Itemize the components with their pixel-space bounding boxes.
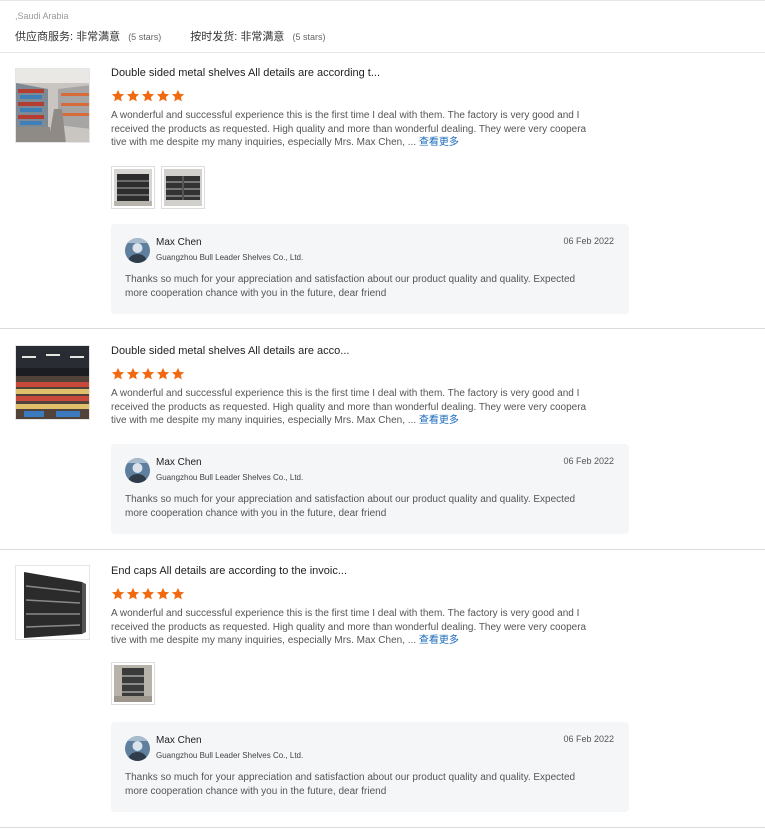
reply-text: Thanks so much for your appreciation and…	[125, 493, 615, 521]
review-item: End caps All details are according to th…	[0, 550, 765, 828]
avatar	[125, 736, 150, 761]
star-icon	[111, 587, 125, 600]
review-attachments	[111, 166, 205, 209]
reply-author: Max Chen	[156, 735, 202, 746]
seller-reply: Max Chen Guangzhou Bull Leader Shelves C…	[111, 224, 629, 314]
reply-text-line: more cooperation chance with you in the …	[125, 508, 387, 519]
attachment-thumbnail[interactable]	[161, 166, 205, 209]
review-text-line: tive with me despite my many inquiries, …	[111, 415, 417, 427]
service-stars-text: (5 stars)	[128, 32, 162, 42]
star-icon	[126, 89, 140, 102]
reply-company: Guangzhou Bull Leader Shelves Co., Ltd.	[156, 253, 304, 262]
shipping-label: 按时发货:	[190, 31, 238, 43]
rating-stars	[111, 587, 185, 601]
rating-summary-header: ,Saudi Arabia 供应商服务: 非常满意 (5 stars) 按时发货…	[0, 0, 765, 53]
review-text: A wonderful and successful experience th…	[111, 607, 611, 648]
see-more-link[interactable]: 查看更多	[419, 415, 459, 426]
attachment-thumbnail[interactable]	[111, 166, 155, 209]
review-text-line: A wonderful and successful experience th…	[111, 110, 580, 121]
review-item: Double sided metal shelves All details a…	[0, 330, 765, 550]
review-title[interactable]: End caps All details are according to th…	[111, 565, 347, 577]
reply-text: Thanks so much for your appreciation and…	[125, 771, 615, 799]
seller-reply: Max Chen Guangzhou Bull Leader Shelves C…	[111, 444, 629, 534]
product-thumbnail[interactable]	[15, 68, 90, 143]
star-icon	[171, 587, 185, 600]
rating-stars	[111, 367, 185, 381]
review-text-line: A wonderful and successful experience th…	[111, 608, 580, 619]
shipping-stars-text: (5 stars)	[292, 32, 326, 42]
star-icon	[126, 587, 140, 600]
service-label: 供应商服务:	[15, 31, 74, 43]
review-title[interactable]: Double sided metal shelves All details a…	[111, 67, 380, 79]
star-icon	[111, 367, 125, 380]
star-icon	[111, 89, 125, 102]
review-text-line: received the products as requested. High…	[111, 621, 587, 633]
star-icon	[171, 367, 185, 380]
product-thumbnail[interactable]	[15, 345, 90, 420]
avatar	[125, 238, 150, 263]
reply-text-line: Thanks so much for your appreciation and…	[125, 274, 576, 285]
see-more-link[interactable]: 查看更多	[419, 137, 459, 148]
review-text: A wonderful and successful experience th…	[111, 109, 611, 150]
star-icon	[156, 367, 170, 380]
buyer-country: ,Saudi Arabia	[15, 11, 69, 21]
star-icon	[126, 367, 140, 380]
reply-author: Max Chen	[156, 457, 202, 468]
review-text-line: received the products as requested. High…	[111, 123, 587, 135]
reply-text-line: Thanks so much for your appreciation and…	[125, 772, 576, 783]
seller-reply: Max Chen Guangzhou Bull Leader Shelves C…	[111, 722, 629, 812]
reply-text-line: more cooperation chance with you in the …	[125, 288, 387, 299]
attachment-thumbnail[interactable]	[111, 662, 155, 705]
star-icon	[141, 587, 155, 600]
reply-company: Guangzhou Bull Leader Shelves Co., Ltd.	[156, 751, 304, 760]
review-item: Double sided metal shelves All details a…	[0, 53, 765, 329]
reply-company: Guangzhou Bull Leader Shelves Co., Ltd.	[156, 473, 304, 482]
service-value: 非常满意	[76, 31, 121, 43]
review-title[interactable]: Double sided metal shelves All details a…	[111, 345, 349, 357]
review-attachments	[111, 662, 155, 705]
shipping-value: 非常满意	[240, 31, 285, 43]
see-more-link[interactable]: 查看更多	[419, 635, 459, 646]
review-text-line: tive with me despite my many inquiries, …	[111, 137, 417, 149]
star-icon	[141, 367, 155, 380]
star-icon	[156, 587, 170, 600]
shipping-rating: 按时发货: 非常满意 (5 stars)	[190, 28, 325, 44]
reply-text: Thanks so much for your appreciation and…	[125, 273, 615, 301]
product-thumbnail[interactable]	[15, 565, 90, 640]
reply-text-line: more cooperation chance with you in the …	[125, 786, 387, 797]
rating-stars	[111, 89, 185, 103]
star-icon	[156, 89, 170, 102]
reply-date: 06 Feb 2022	[563, 236, 614, 246]
avatar	[125, 458, 150, 483]
rating-summary: 供应商服务: 非常满意 (5 stars) 按时发货: 非常满意 (5 star…	[15, 28, 351, 44]
reply-date: 06 Feb 2022	[563, 456, 614, 466]
review-text-line: tive with me despite my many inquiries, …	[111, 635, 417, 647]
star-icon	[171, 89, 185, 102]
review-text-line: A wonderful and successful experience th…	[111, 388, 580, 399]
star-icon	[141, 89, 155, 102]
service-rating: 供应商服务: 非常满意 (5 stars)	[15, 28, 161, 44]
review-text-line: received the products as requested. High…	[111, 401, 587, 413]
reply-author: Max Chen	[156, 237, 202, 248]
reply-text-line: Thanks so much for your appreciation and…	[125, 494, 576, 505]
review-text: A wonderful and successful experience th…	[111, 387, 611, 428]
reply-date: 06 Feb 2022	[563, 734, 614, 744]
